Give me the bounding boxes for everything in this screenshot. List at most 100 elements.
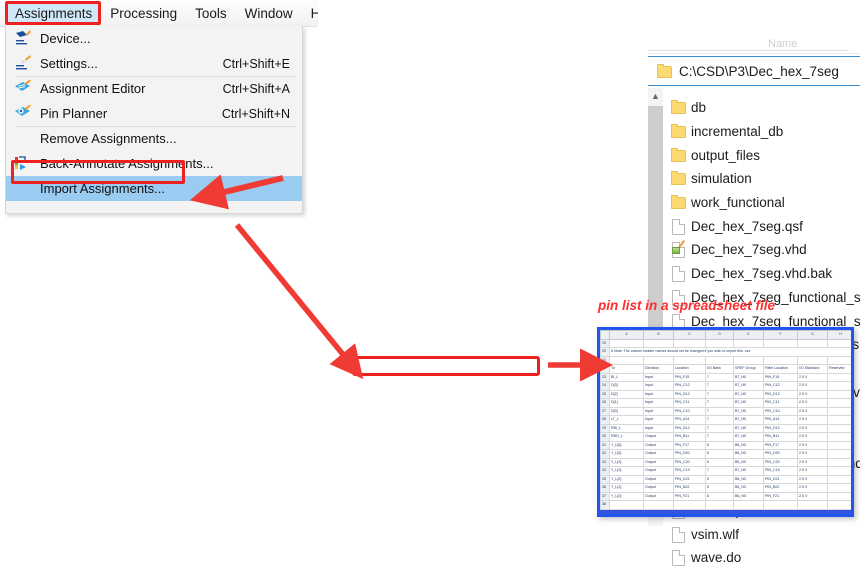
cell-location[interactable]: PIN_B22	[673, 483, 706, 493]
cell-direction[interactable]: Output	[643, 449, 674, 459]
cell-io-bank[interactable]: 7	[705, 432, 734, 442]
cell-location[interactable]: PIN_D12	[673, 423, 706, 433]
row-number[interactable]: 22	[600, 364, 610, 374]
cell-io-standard[interactable]: 2.5 V	[797, 449, 828, 459]
row-number[interactable]: 36	[600, 483, 610, 493]
cell-current[interactable]	[854, 373, 855, 382]
menu-item-assignments[interactable]: Assignments	[6, 2, 102, 24]
column-letter[interactable]: G	[797, 330, 828, 340]
column-letter[interactable]: D	[705, 330, 734, 340]
cell[interactable]	[763, 500, 798, 510]
row-number[interactable]: 37	[600, 491, 610, 501]
row-number[interactable]: 35	[600, 474, 610, 484]
cell-location[interactable]: PIN_C20	[673, 457, 706, 467]
cell-current[interactable]	[854, 484, 855, 493]
cell-io-standard[interactable]: 2.5 V	[797, 415, 828, 425]
file-list-item[interactable]: output_files	[670, 143, 860, 167]
cell-fitter-location[interactable]: PIN_D20	[763, 449, 798, 459]
cell-location[interactable]: PIN_B11	[673, 432, 706, 442]
cell-reserved[interactable]	[827, 432, 851, 442]
cell-io-bank[interactable]: 7	[705, 423, 734, 433]
note-cell[interactable]: # Note: The column header names should n…	[609, 347, 851, 357]
cell-io-standard[interactable]: 2.5 V	[797, 474, 828, 484]
cell-io-standard[interactable]: 2.5 V	[797, 432, 828, 442]
cell[interactable]	[705, 355, 734, 365]
cell-reserved[interactable]	[827, 372, 851, 382]
file-list-item[interactable]: Dec_hex_7seg.qsf	[670, 214, 860, 238]
cell-reserved[interactable]	[827, 491, 851, 501]
cell-location[interactable]: PIN_D12	[673, 389, 706, 399]
cell-to[interactable]: Y_L[3]	[609, 466, 644, 476]
cell-io-bank[interactable]: 6	[705, 474, 734, 484]
cell[interactable]	[673, 500, 706, 510]
row-number[interactable]: 34	[600, 466, 610, 476]
cell-vref-group[interactable]: B6_N0	[733, 449, 764, 459]
cell[interactable]	[733, 338, 764, 348]
cell-current[interactable]	[854, 475, 855, 484]
cell-direction[interactable]: Input	[643, 423, 674, 433]
cell-location[interactable]: PIN_A14	[673, 415, 706, 425]
file-list-item[interactable]: Dec_hex_7seg.vhd	[670, 238, 860, 262]
cell-io-standard[interactable]: 2.5 V	[797, 466, 828, 476]
cell-io-bank[interactable]: 6	[705, 483, 734, 493]
row-number[interactable]: 23	[600, 372, 610, 382]
cell[interactable]	[609, 355, 644, 365]
cell[interactable]	[643, 338, 674, 348]
cell-io-standard[interactable]: 2.5 V	[797, 389, 828, 399]
cell-to[interactable]: LT_L	[609, 415, 644, 425]
cell-fitter-location[interactable]: PIN_F17	[763, 440, 798, 450]
row-number[interactable]: 31	[600, 440, 610, 450]
cell-io-standard[interactable]: 2.5 V	[797, 483, 828, 493]
cell-fitter-location[interactable]: PIN_C10	[763, 406, 798, 416]
cell-reserved[interactable]	[827, 398, 851, 408]
cell-direction[interactable]: Output	[643, 457, 674, 467]
row-number[interactable]: 29	[600, 423, 610, 433]
cell-direction[interactable]: Input	[643, 381, 674, 391]
cell-location[interactable]: PIN_D20	[673, 449, 706, 459]
cell[interactable]	[733, 355, 764, 365]
cell-reserved[interactable]	[827, 406, 851, 416]
cell-vref-group[interactable]: B7_N0	[733, 466, 764, 476]
cell-io-standard[interactable]: 2.5 V	[797, 423, 828, 433]
cell-vref-group[interactable]: B6_N0	[733, 491, 764, 501]
column-letter[interactable]: B	[643, 330, 674, 340]
cell-current[interactable]	[854, 382, 855, 391]
cell-io-bank[interactable]: 6	[705, 449, 734, 459]
cell-direction[interactable]: Input	[643, 389, 674, 399]
cell-direction[interactable]: Output	[643, 474, 674, 484]
cell-direction[interactable]: Output	[643, 440, 674, 450]
cell-current[interactable]	[854, 458, 855, 467]
cell-fitter-location[interactable]: PIN_C20	[763, 457, 798, 467]
row-number[interactable]: 20	[600, 347, 610, 357]
cell-vref-group[interactable]: B7_N0	[733, 406, 764, 416]
cell-location[interactable]: PIN_F17	[673, 440, 706, 450]
cell[interactable]	[763, 355, 798, 365]
row-number[interactable]: 27	[600, 406, 610, 416]
cell-reserved[interactable]	[827, 466, 851, 476]
cell-current[interactable]	[854, 450, 855, 459]
cell-to[interactable]: D[0]	[609, 406, 644, 416]
cell-reserved[interactable]	[827, 474, 851, 484]
cell-fitter-location[interactable]: PIN_C19	[763, 466, 798, 476]
cell-reserved[interactable]	[827, 423, 851, 433]
cell-io-standard[interactable]: 2.5 V	[797, 406, 828, 416]
cell-fitter-location[interactable]: PIN_F15	[763, 372, 798, 382]
column-header-cell[interactable]: I/O Standard	[797, 364, 828, 374]
cell-vref-group[interactable]: B6_N0	[733, 483, 764, 493]
cell-io-bank[interactable]: 6	[705, 440, 734, 450]
cell-to[interactable]: D[3]	[609, 381, 644, 391]
cell-current[interactable]	[854, 390, 855, 399]
file-list-item[interactable]: Dec_hex_7seg.vhd.bak	[670, 262, 860, 286]
cell[interactable]	[609, 338, 644, 348]
cell-vref-group[interactable]: B6_N0	[733, 474, 764, 484]
file-list-item[interactable]: work_functional	[670, 191, 860, 215]
cell-location[interactable]: PIN_D21	[673, 474, 706, 484]
column-letter[interactable]: C	[673, 330, 706, 340]
cell-current[interactable]	[854, 467, 855, 476]
assignments-dropdown-menu[interactable]: Device... Settings... Ctrl+Shift+E Assignme…	[5, 26, 303, 214]
cell-vref-group[interactable]: B7_N0	[733, 372, 764, 382]
column-letter[interactable]: A	[609, 330, 644, 340]
menu-option-back-annotate-assignments[interactable]: Back-Annotate Assignments...	[6, 151, 302, 176]
cell-current[interactable]	[854, 433, 855, 442]
cell-fitter-location[interactable]: PIN_C11	[763, 398, 798, 408]
